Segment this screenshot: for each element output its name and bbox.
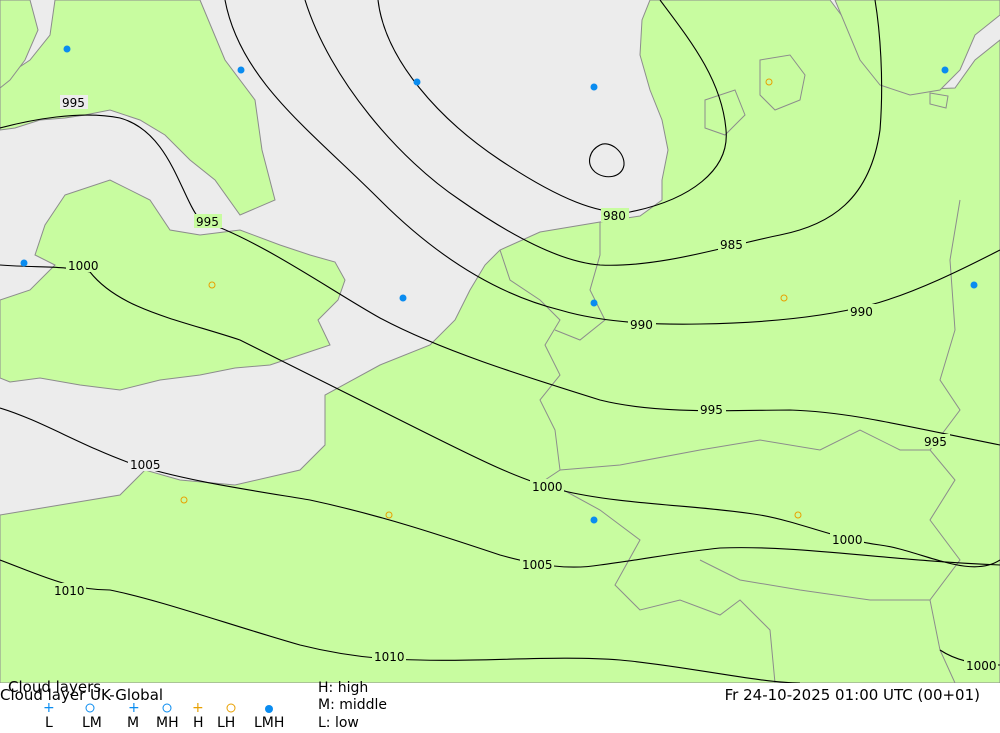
legend-symbol-h: H: [193, 715, 204, 731]
symbol-mh-icon: [162, 703, 172, 713]
marker-lmh: [590, 299, 598, 307]
legend-symbol-m: M: [127, 715, 140, 731]
marker-lmh: [63, 45, 71, 53]
marker-lmh: [20, 259, 28, 267]
marker-lmh: [590, 516, 598, 524]
legend: Cloud layers Cloud layer UK-Global + + +…: [0, 679, 1000, 733]
isobar-label-995-d: 995: [924, 435, 947, 449]
legend-symbol-lm: LM: [82, 715, 102, 731]
symbol-h-icon: +: [192, 701, 204, 713]
marker-lmh: [399, 294, 407, 302]
weather-map: 980 985 990 990 995 995 995 995 1000 100…: [0, 0, 1000, 683]
isobar-label-995-c: 995: [700, 403, 723, 417]
marker-lmh: [413, 78, 421, 86]
symbol-lm-icon: [85, 703, 95, 713]
isobar-label-1000-d: 1000: [966, 659, 997, 673]
isobar-label-995-a: 995: [62, 96, 85, 110]
symbol-lh-icon: [226, 703, 236, 713]
legend-key-high: H: high: [318, 680, 369, 696]
legend-symbol-mh: MH: [156, 715, 179, 731]
isobar-label-1005-b: 1005: [522, 558, 553, 572]
isobar-label-1000-b: 1000: [532, 480, 563, 494]
legend-key-low: L: low: [318, 715, 359, 731]
isobar-label-1000-a: 1000: [68, 259, 99, 273]
isobar-label-1005-a: 1005: [130, 458, 161, 472]
legend-symbol-lmh: LMH: [254, 715, 285, 731]
legend-symbol-l: L: [45, 715, 53, 731]
marker-lmh: [237, 66, 245, 74]
isobar-label-1010-b: 1010: [374, 650, 405, 664]
isobar-label-995-b: 995: [196, 215, 219, 229]
isobar-label-1000-c: 1000: [832, 533, 863, 547]
isobar-label-990-a: 990: [630, 318, 653, 332]
legend-symbol-lh: LH: [217, 715, 236, 731]
isobar-label-990-b: 990: [850, 305, 873, 319]
symbol-l-icon: +: [43, 701, 55, 713]
symbol-m-icon: +: [128, 701, 140, 713]
legend-datetime: Fr 24-10-2025 01:00 UTC (00+01): [724, 686, 980, 704]
isobar-label-985: 985: [720, 238, 743, 252]
legend-symbol-row: + + +: [43, 701, 273, 713]
legend-key-middle: M: middle: [318, 697, 388, 713]
marker-lmh: [941, 66, 949, 74]
marker-lmh: [970, 281, 978, 289]
isobar-label-980: 980: [603, 209, 626, 223]
marker-lmh: [590, 83, 598, 91]
isobar-label-1010-a: 1010: [54, 584, 85, 598]
symbol-lmh-icon: [265, 705, 273, 713]
